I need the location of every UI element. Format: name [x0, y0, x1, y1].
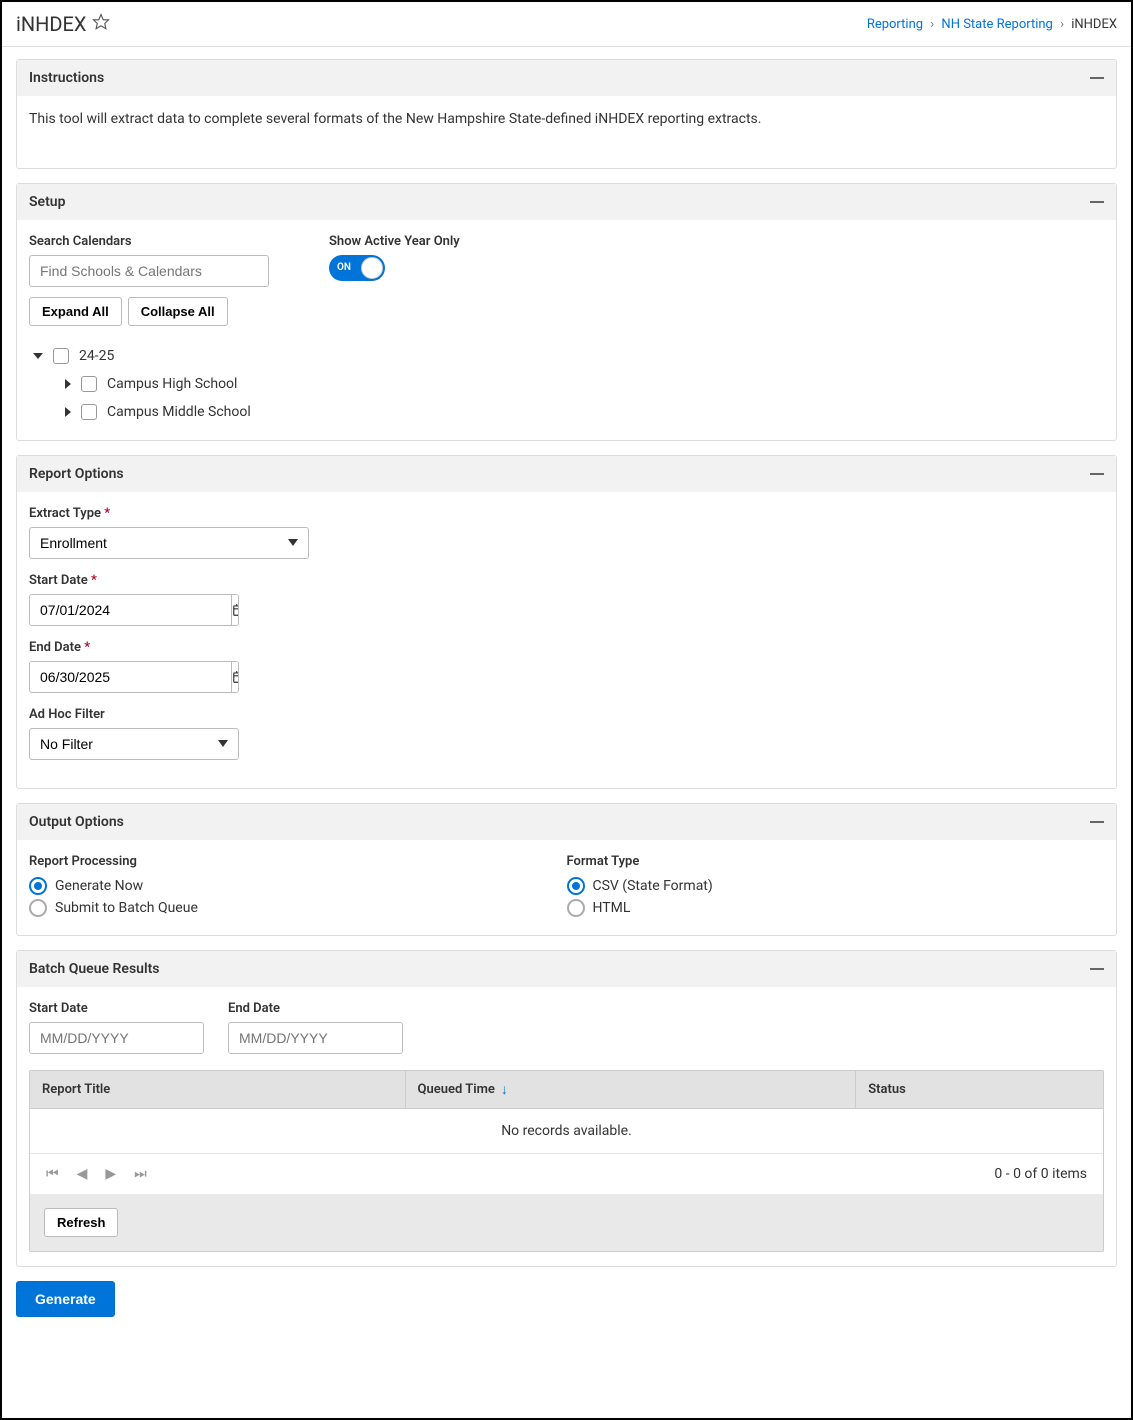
collapse-icon[interactable]: [1090, 473, 1104, 475]
radio-html[interactable]: HTML: [567, 899, 1105, 917]
tree-child-label[interactable]: Campus High School: [107, 376, 237, 392]
sort-arrow-down-icon: ↓: [501, 1081, 508, 1098]
pager-next-icon[interactable]: ▶: [105, 1166, 116, 1182]
radio-submit-batch[interactable]: Submit to Batch Queue: [29, 899, 567, 917]
col-queued-time-label: Queued Time: [418, 1082, 495, 1097]
search-calendars-label: Search Calendars: [29, 234, 269, 249]
caret-down-icon[interactable]: [33, 353, 43, 359]
radio-label: Generate Now: [55, 878, 143, 894]
calendar-icon[interactable]: [231, 595, 239, 625]
batch-end-date-label: End Date: [228, 1001, 403, 1016]
col-status[interactable]: Status: [856, 1071, 1103, 1108]
chevron-right-icon: ›: [930, 17, 934, 32]
tree-node-child: Campus High School: [29, 370, 1104, 398]
generate-button[interactable]: Generate: [16, 1281, 115, 1317]
radio-icon[interactable]: [29, 877, 47, 895]
instructions-header[interactable]: Instructions: [17, 60, 1116, 96]
collapse-icon[interactable]: [1090, 201, 1104, 203]
report-options-header[interactable]: Report Options: [17, 456, 1116, 492]
setup-header[interactable]: Setup: [17, 184, 1116, 220]
col-queued-time[interactable]: Queued Time ↓: [406, 1071, 857, 1108]
batch-queue-title: Batch Queue Results: [29, 961, 160, 977]
report-options-title: Report Options: [29, 466, 124, 482]
collapse-all-button[interactable]: Collapse All: [128, 297, 228, 326]
output-options-title: Output Options: [29, 814, 124, 830]
grid-empty-message: No records available.: [30, 1108, 1103, 1153]
chevron-right-icon: ›: [1060, 17, 1064, 32]
collapse-icon[interactable]: [1090, 77, 1104, 79]
breadcrumb-current: iNHDEX: [1071, 17, 1117, 32]
end-date-input[interactable]: [30, 662, 231, 692]
tree-child-label[interactable]: Campus Middle School: [107, 404, 251, 420]
extract-type-select[interactable]: Enrollment: [29, 527, 309, 559]
tree-node-root: 24-25: [29, 342, 1104, 370]
instructions-text: This tool will extract data to complete …: [29, 110, 1104, 154]
active-year-toggle[interactable]: ON: [329, 255, 385, 281]
setup-panel: Setup Search Calendars Show Active Year …: [16, 183, 1117, 441]
page-title: iNHDEX: [16, 12, 86, 36]
collapse-icon[interactable]: [1090, 821, 1104, 823]
caret-right-icon[interactable]: [65, 379, 71, 389]
radio-label: CSV (State Format): [593, 878, 713, 894]
active-year-label: Show Active Year Only: [329, 234, 460, 249]
batch-results-grid: Report Title Queued Time ↓ Status No rec…: [29, 1070, 1104, 1252]
batch-end-date-input[interactable]: [229, 1023, 403, 1053]
extract-type-label: Extract Type *: [29, 506, 1104, 521]
pager: ⏮ ◀ ▶ ⏭: [46, 1166, 147, 1182]
tree-node-child: Campus Middle School: [29, 398, 1104, 426]
search-calendars-input[interactable]: [29, 255, 269, 287]
radio-icon[interactable]: [567, 899, 585, 917]
report-processing-label: Report Processing: [29, 854, 567, 869]
instructions-title: Instructions: [29, 70, 104, 86]
tree-checkbox[interactable]: [81, 404, 97, 420]
setup-title: Setup: [29, 194, 65, 210]
breadcrumb-reporting[interactable]: Reporting: [867, 17, 923, 32]
adhoc-filter-select[interactable]: No Filter: [29, 728, 239, 760]
format-type-label: Format Type: [567, 854, 1105, 869]
batch-queue-header[interactable]: Batch Queue Results: [17, 951, 1116, 987]
calendar-icon[interactable]: [231, 662, 239, 692]
collapse-icon[interactable]: [1090, 968, 1104, 970]
pager-first-icon[interactable]: ⏮: [46, 1166, 59, 1182]
favorite-star-icon[interactable]: [92, 13, 110, 35]
pager-prev-icon[interactable]: ◀: [77, 1166, 88, 1182]
breadcrumb: Reporting › NH State Reporting › iNHDEX: [867, 17, 1117, 32]
radio-csv[interactable]: CSV (State Format): [567, 877, 1105, 895]
col-report-title[interactable]: Report Title: [30, 1071, 406, 1108]
radio-icon[interactable]: [29, 899, 47, 917]
caret-right-icon[interactable]: [65, 407, 71, 417]
toggle-on-label: ON: [337, 262, 351, 273]
expand-all-button[interactable]: Expand All: [29, 297, 122, 326]
adhoc-filter-label: Ad Hoc Filter: [29, 707, 1104, 722]
report-options-panel: Report Options Extract Type * Enrollment…: [16, 455, 1117, 789]
radio-icon[interactable]: [567, 877, 585, 895]
tree-checkbox[interactable]: [53, 348, 69, 364]
batch-start-date-label: Start Date: [29, 1001, 204, 1016]
breadcrumb-nh-state[interactable]: NH State Reporting: [941, 17, 1052, 32]
batch-start-date-input[interactable]: [30, 1023, 204, 1053]
radio-generate-now[interactable]: Generate Now: [29, 877, 567, 895]
refresh-button[interactable]: Refresh: [44, 1208, 118, 1237]
tree-checkbox[interactable]: [81, 376, 97, 392]
output-options-panel: Output Options Report Processing Generat…: [16, 803, 1117, 936]
radio-label: HTML: [593, 900, 631, 916]
tree-root-label[interactable]: 24-25: [79, 348, 114, 364]
batch-queue-panel: Batch Queue Results Start Date End Date: [16, 950, 1117, 1267]
instructions-panel: Instructions This tool will extract data…: [16, 59, 1117, 169]
radio-label: Submit to Batch Queue: [55, 900, 198, 916]
pager-last-icon[interactable]: ⏭: [134, 1166, 147, 1182]
pager-summary: 0 - 0 of 0 items: [994, 1166, 1087, 1182]
start-date-input[interactable]: [30, 595, 231, 625]
start-date-label: Start Date *: [29, 573, 1104, 588]
end-date-label: End Date *: [29, 640, 1104, 655]
output-options-header[interactable]: Output Options: [17, 804, 1116, 840]
